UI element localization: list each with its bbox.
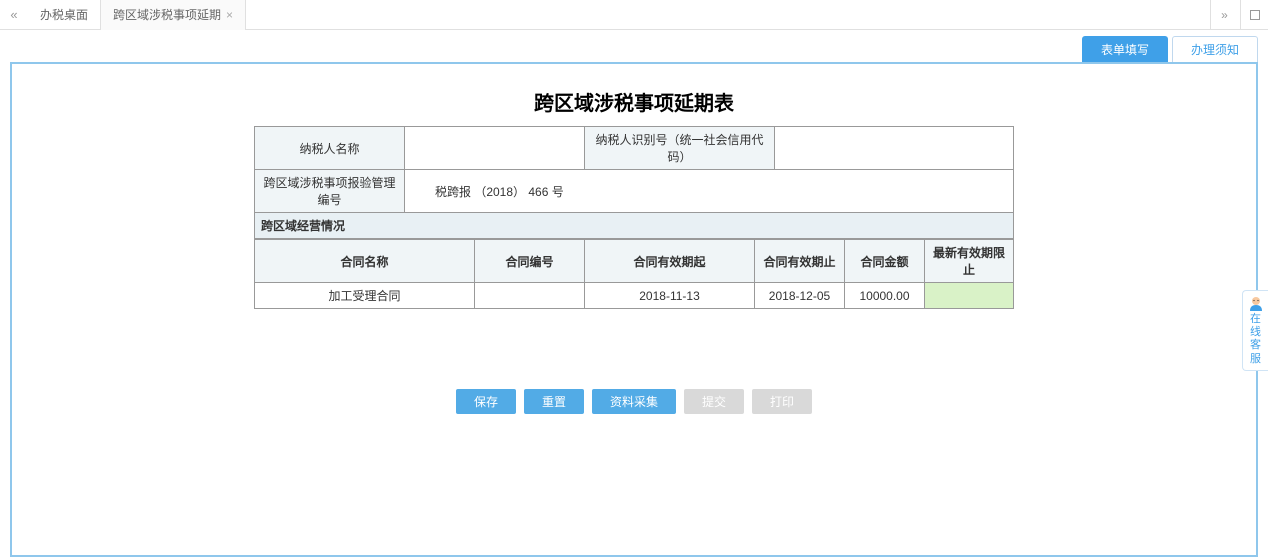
cell-contract-no	[475, 283, 585, 309]
tab-scroll-left-icon[interactable]: «	[0, 7, 28, 22]
cross-region-no-value: 税跨报 （2018） 466 号	[405, 170, 1014, 213]
form-container: 跨区域涉税事项延期表 纳税人名称 纳税人识别号（统一社会信用代码） 跨区域涉税事…	[254, 79, 1014, 414]
taxpayer-id-value[interactable]	[775, 127, 1014, 170]
cell-valid-start: 2018-11-13	[585, 283, 755, 309]
submit-button: 提交	[684, 389, 744, 414]
taxpayer-name-value[interactable]	[405, 127, 585, 170]
col-amount: 合同金额	[845, 240, 925, 283]
top-tab-bar: « 办税桌面 跨区域涉税事项延期 × »	[0, 0, 1268, 30]
sub-tab-form-fill[interactable]: 表单填写	[1082, 36, 1168, 62]
contract-grid: 合同名称 合同编号 合同有效期起 合同有效期止 合同金额 最新有效期限止 加工受…	[254, 239, 1014, 309]
form-header-table: 纳税人名称 纳税人识别号（统一社会信用代码） 跨区域涉税事项报验管理编号 税跨报…	[254, 126, 1014, 239]
table-row: 加工受理合同 2018-11-13 2018-12-05 10000.00	[255, 283, 1014, 309]
col-valid-start: 合同有效期起	[585, 240, 755, 283]
close-icon[interactable]: ×	[226, 8, 233, 22]
col-contract-no: 合同编号	[475, 240, 585, 283]
print-button: 打印	[752, 389, 812, 414]
reset-button[interactable]: 重置	[524, 389, 584, 414]
taxpayer-name-label: 纳税人名称	[255, 127, 405, 170]
button-bar: 保存 重置 资料采集 提交 打印	[254, 389, 1014, 414]
cell-contract-name: 加工受理合同	[255, 283, 475, 309]
sub-tab-process-notice[interactable]: 办理须知	[1172, 36, 1258, 62]
taxpayer-id-label: 纳税人识别号（统一社会信用代码）	[585, 127, 775, 170]
sub-tab-bar: 表单填写 办理须知	[0, 30, 1268, 62]
cross-region-no-label: 跨区域涉税事项报验管理编号	[255, 170, 405, 213]
cell-latest-end[interactable]	[925, 283, 1014, 309]
help-label: 在线客服	[1250, 313, 1261, 365]
cell-valid-end: 2018-12-05	[755, 283, 845, 309]
tab-scroll-right-icon[interactable]: »	[1210, 0, 1238, 30]
main-panel: 跨区域涉税事项延期表 纳税人名称 纳税人识别号（统一社会信用代码） 跨区域涉税事…	[10, 62, 1258, 557]
save-button[interactable]: 保存	[456, 389, 516, 414]
col-latest-end: 最新有效期限止	[925, 240, 1014, 283]
tab-tax-desktop[interactable]: 办税桌面	[28, 0, 101, 30]
cross-region-section-header: 跨区域经营情况	[255, 213, 1014, 239]
tab-label: 跨区域涉税事项延期	[113, 6, 221, 23]
maximize-icon	[1250, 10, 1260, 20]
cell-amount: 10000.00	[845, 283, 925, 309]
form-title: 跨区域涉税事项延期表	[254, 79, 1014, 126]
tab-cross-region-extension[interactable]: 跨区域涉税事项延期 ×	[101, 0, 246, 30]
tab-label: 办税桌面	[40, 6, 88, 23]
online-help-widget[interactable]: 在线客服	[1242, 290, 1268, 371]
collect-button[interactable]: 资料采集	[592, 389, 676, 414]
col-contract-name: 合同名称	[255, 240, 475, 283]
col-valid-end: 合同有效期止	[755, 240, 845, 283]
customer-service-icon	[1248, 295, 1264, 311]
maximize-button[interactable]	[1240, 0, 1268, 30]
